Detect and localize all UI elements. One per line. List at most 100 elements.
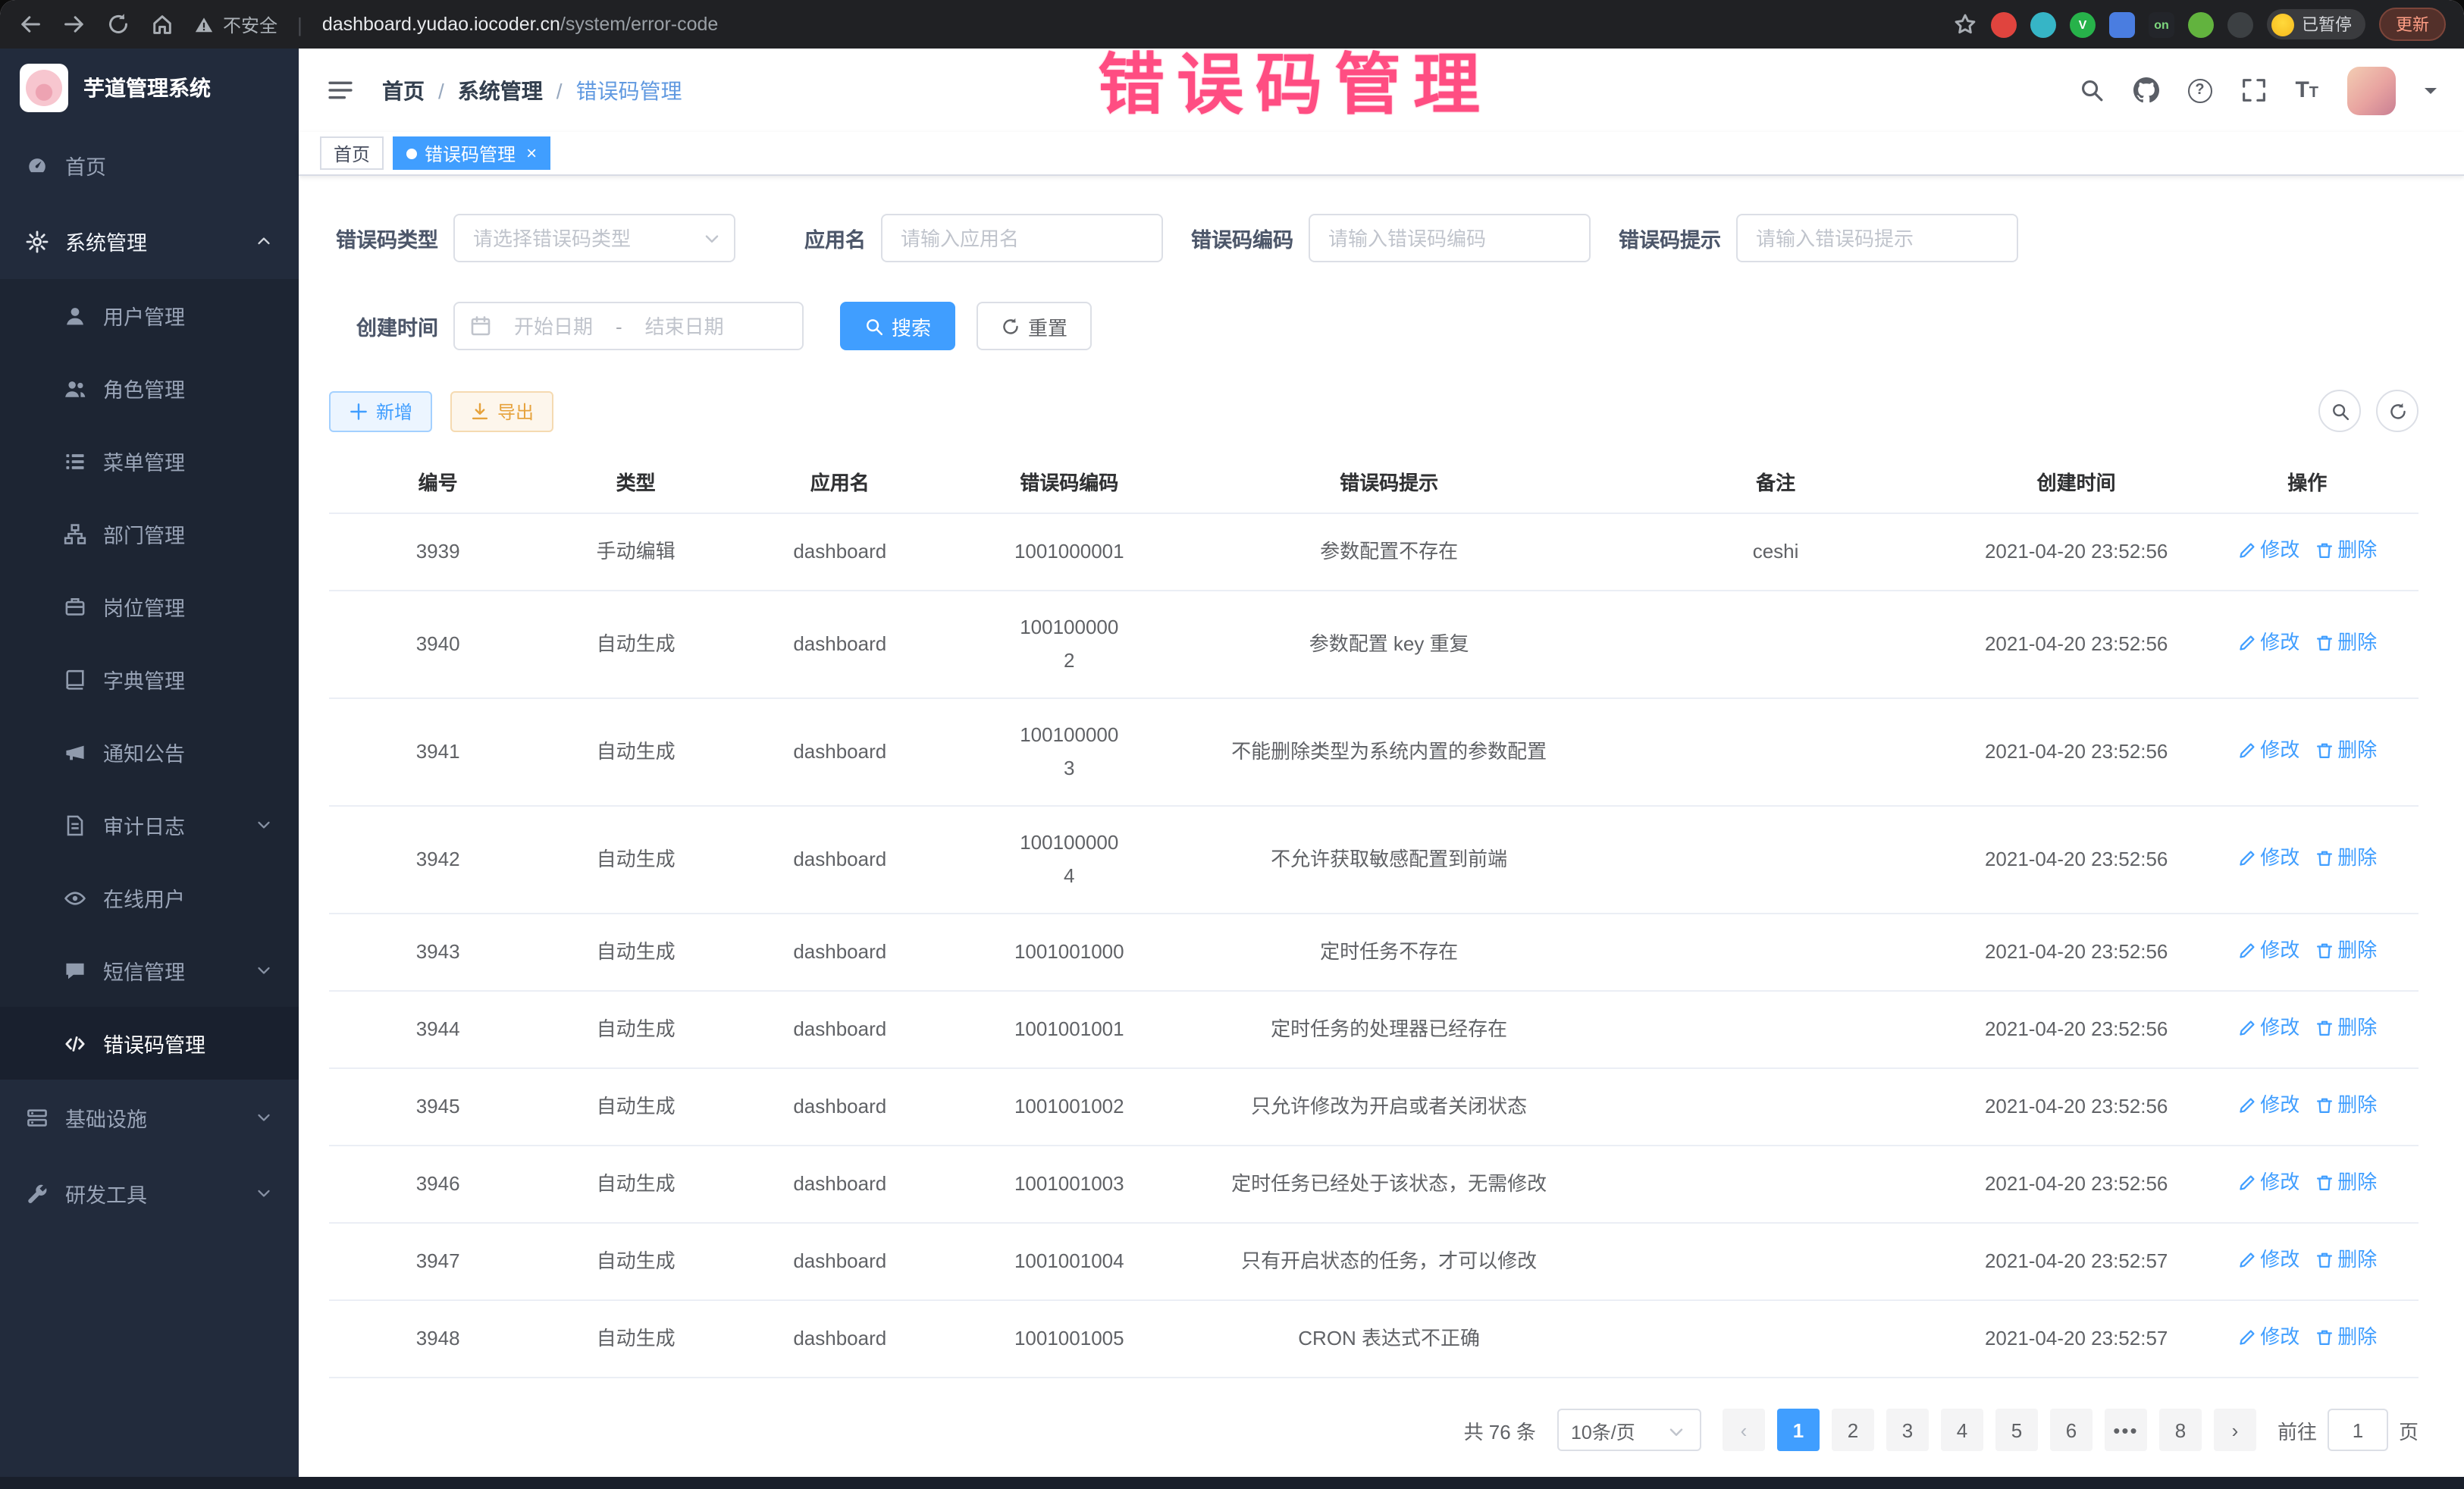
breadcrumb-item-0[interactable]: 首页 — [382, 75, 425, 105]
error-hint-input[interactable] — [1736, 214, 2018, 262]
github-icon[interactable] — [2133, 77, 2158, 103]
extension-green-icon[interactable] — [2188, 11, 2214, 37]
sidebar-item-post[interactable]: 岗位管理 — [0, 570, 299, 643]
tag-tab-1[interactable]: 错误码管理× — [393, 136, 550, 170]
sidebar-item-online[interactable]: 在线用户 — [0, 861, 299, 934]
sidebar-item-notice[interactable]: 通知公告 — [0, 716, 299, 788]
delete-link[interactable]: 删除 — [2315, 1089, 2377, 1122]
delete-link[interactable]: 删除 — [2315, 1243, 2377, 1277]
edit-link[interactable]: 修改 — [2237, 1243, 2299, 1277]
extensions-puzzle-icon[interactable] — [2227, 11, 2253, 37]
sidebar-item-sms[interactable]: 短信管理 — [0, 934, 299, 1007]
page-button-5[interactable]: 5 — [1995, 1409, 2038, 1451]
breadcrumb-item-1[interactable]: 系统管理 — [425, 75, 543, 105]
extension-grid-icon[interactable] — [2109, 11, 2135, 37]
delete-link[interactable]: 删除 — [2315, 1321, 2377, 1354]
plus-icon — [349, 401, 368, 421]
help-icon[interactable]: ? — [2187, 78, 2212, 102]
edit-link[interactable]: 修改 — [2237, 1089, 2299, 1122]
date-range-picker[interactable]: - — [453, 302, 804, 350]
start-date-input[interactable] — [497, 315, 610, 337]
reset-button[interactable]: 重置 — [977, 302, 1092, 350]
delete-link[interactable]: 删除 — [2315, 1166, 2377, 1199]
sidebar-item-audit[interactable]: 审计日志 — [0, 788, 299, 861]
edit-link[interactable]: 修改 — [2237, 1321, 2299, 1354]
sidebar-item-home[interactable]: 首页 — [0, 127, 299, 203]
end-date-input[interactable] — [629, 315, 741, 337]
refresh-table-button[interactable] — [2376, 390, 2419, 432]
more-pages-button[interactable]: ••• — [2105, 1409, 2147, 1451]
export-button[interactable]: 导出 — [450, 390, 553, 431]
back-icon[interactable] — [18, 12, 42, 36]
breadcrumb-item-2[interactable]: 错误码管理 — [543, 75, 682, 105]
filter-row-2: 创建时间 - 搜索 重置 — [329, 302, 2419, 350]
extension-on-icon[interactable]: on — [2149, 11, 2174, 37]
user-avatar[interactable] — [2347, 66, 2396, 114]
home-icon[interactable] — [150, 12, 174, 36]
error-type-select[interactable] — [453, 214, 735, 262]
avatar-caret-icon[interactable] — [2425, 87, 2437, 99]
sidebar-item-dict[interactable]: 字典管理 — [0, 643, 299, 716]
delete-link[interactable]: 删除 — [2315, 534, 2377, 567]
sidebar-item-menu[interactable]: 菜单管理 — [0, 425, 299, 497]
edit-link[interactable]: 修改 — [2237, 534, 2299, 567]
goto-page-input[interactable] — [2328, 1409, 2388, 1451]
delete-link[interactable]: 删除 — [2315, 626, 2377, 660]
bookmark-star-icon[interactable] — [1953, 12, 1977, 36]
extension-v-icon[interactable]: V — [2070, 11, 2096, 37]
search-button[interactable]: 搜索 — [840, 302, 955, 350]
sidebar-item-user[interactable]: 用户管理 — [0, 279, 299, 352]
sidebar-item-system[interactable]: 系统管理 — [0, 203, 299, 279]
edit-link[interactable]: 修改 — [2237, 1166, 2299, 1199]
prev-page-button[interactable]: ‹ — [1723, 1409, 1765, 1451]
reload-icon[interactable] — [106, 12, 130, 36]
page-size-select[interactable]: 10条/页 — [1557, 1409, 1701, 1451]
browser-update-button[interactable]: 更新 — [2379, 8, 2446, 41]
add-button[interactable]: 新增 — [329, 390, 432, 431]
address-bar[interactable]: dashboard.yudao.iocoder.cn/system/error-… — [322, 14, 719, 35]
tag-tab-0[interactable]: 首页 — [320, 136, 384, 170]
hamburger-icon[interactable] — [326, 79, 355, 102]
delete-link[interactable]: 删除 — [2315, 934, 2377, 967]
next-page-button[interactable]: › — [2214, 1409, 2256, 1451]
edit-link[interactable]: 修改 — [2237, 1011, 2299, 1045]
security-warning[interactable]: 不安全 — [194, 11, 277, 37]
sidebar-item-infra[interactable]: 基础设施 — [0, 1080, 299, 1155]
delete-link[interactable]: 删除 — [2315, 734, 2377, 767]
column-header: 创建时间 — [1957, 450, 2196, 513]
sidebar-item-tools[interactable]: 研发工具 — [0, 1155, 299, 1231]
toggle-search-button[interactable] — [2318, 390, 2361, 432]
edit-link[interactable]: 修改 — [2237, 626, 2299, 660]
delete-link[interactable]: 删除 — [2315, 842, 2377, 875]
cell-actions: 修改删除 — [2196, 914, 2419, 991]
tab-close-icon[interactable]: × — [526, 144, 537, 162]
page-button-6[interactable]: 6 — [2050, 1409, 2093, 1451]
page-button-1[interactable]: 1 — [1777, 1409, 1820, 1451]
page-button-2[interactable]: 2 — [1832, 1409, 1874, 1451]
sidebar-item-dept[interactable]: 部门管理 — [0, 497, 299, 570]
profile-paused-badge[interactable]: 已暂停 — [2267, 9, 2365, 39]
extension-record-icon[interactable] — [1991, 11, 2017, 37]
edit-link[interactable]: 修改 — [2237, 734, 2299, 767]
page-button-4[interactable]: 4 — [1941, 1409, 1983, 1451]
extension-teal-icon[interactable] — [2030, 11, 2056, 37]
cell-actions: 修改删除 — [2196, 513, 2419, 591]
error-code-input[interactable] — [1309, 214, 1591, 262]
sidebar-item-role[interactable]: 角色管理 — [0, 352, 299, 425]
sidebar-item-errcode[interactable]: 错误码管理 — [0, 1007, 299, 1080]
forward-icon[interactable] — [62, 12, 86, 36]
app-logo[interactable]: 芋道管理系统 — [0, 49, 299, 127]
fullscreen-icon[interactable] — [2240, 77, 2266, 103]
app-name-input[interactable] — [881, 214, 1163, 262]
column-header: 操作 — [2196, 450, 2419, 513]
page-button-8[interactable]: 8 — [2159, 1409, 2202, 1451]
font-size-icon[interactable]: TT — [2295, 79, 2318, 102]
delete-link[interactable]: 删除 — [2315, 1011, 2377, 1045]
page-button-3[interactable]: 3 — [1886, 1409, 1929, 1451]
active-tab-dot — [406, 148, 417, 158]
search-icon[interactable] — [2078, 77, 2104, 103]
edit-link[interactable]: 修改 — [2237, 842, 2299, 875]
cell-app: dashboard — [725, 991, 955, 1068]
url-separator: | — [297, 13, 303, 36]
edit-link[interactable]: 修改 — [2237, 934, 2299, 967]
